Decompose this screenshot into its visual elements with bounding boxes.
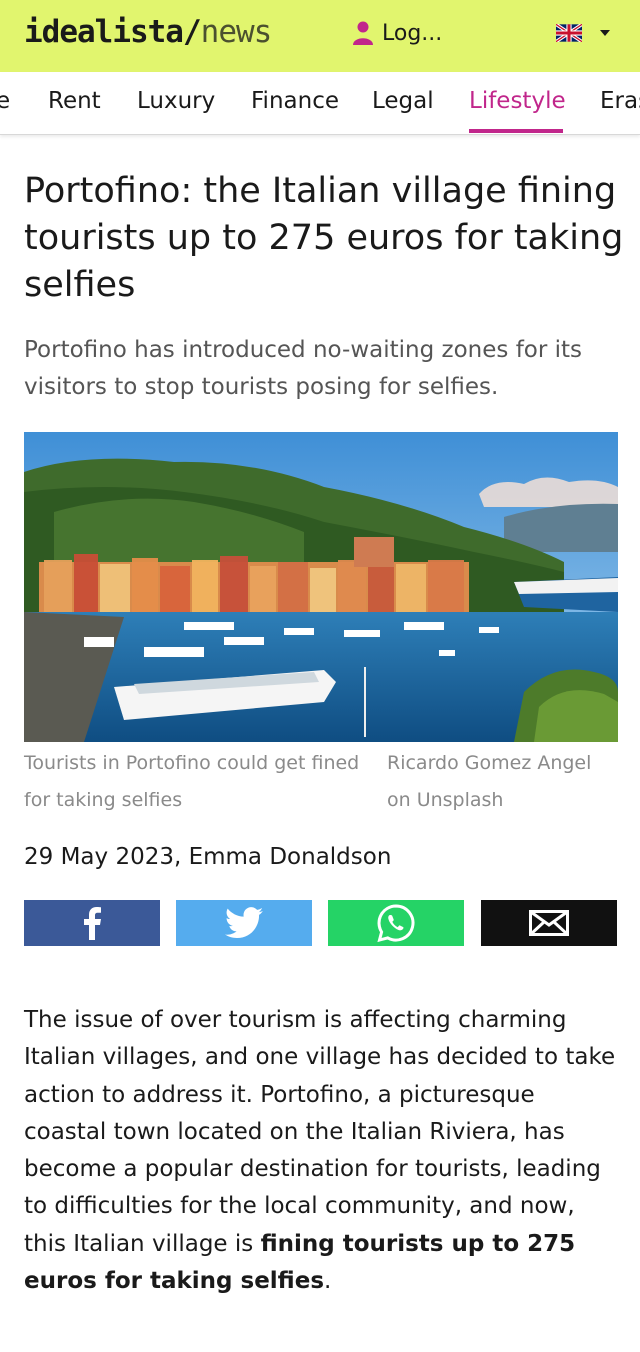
- share-twitter-button[interactable]: [176, 900, 312, 946]
- active-tab-indicator: [469, 129, 563, 133]
- site-logo[interactable]: idealista/news: [24, 14, 273, 50]
- language-selector[interactable]: [556, 24, 610, 42]
- portofino-harbour-image: [24, 432, 618, 742]
- login-label: Log...: [382, 20, 443, 46]
- login-button[interactable]: Log...: [352, 20, 442, 46]
- article-body: The issue of over tourism is affecting c…: [24, 1002, 620, 1300]
- logo-news: news: [200, 14, 273, 50]
- nav-item-finance[interactable]: Finance: [251, 88, 339, 114]
- site-header: idealista/news Log...: [0, 0, 640, 72]
- section-nav: e Rent Luxury Finance Legal Lifestyle Er…: [0, 72, 640, 135]
- facebook-icon: [84, 907, 101, 940]
- article-photo: [24, 432, 618, 742]
- share-whatsapp-button[interactable]: [328, 900, 464, 946]
- body-text-start: The issue of over tourism is affecting c…: [24, 1007, 616, 1257]
- body-text-end: .: [324, 1268, 332, 1295]
- article-lead: Portofino has introduced no-waiting zone…: [24, 337, 583, 400]
- chevron-down-icon: [600, 30, 610, 36]
- nav-item-partial-left[interactable]: e: [0, 88, 10, 114]
- uk-flag-icon: [556, 24, 582, 42]
- nav-item-legal[interactable]: Legal: [372, 88, 434, 114]
- logo-main: idealista: [24, 14, 184, 50]
- nav-item-luxury[interactable]: Luxury: [137, 88, 215, 114]
- logo-separator: /: [182, 14, 202, 50]
- image-caption: Tourists in Portofino could get fined fo…: [24, 752, 360, 811]
- mail-icon: [529, 910, 569, 936]
- article-title: Portofino: the Italian village fining to…: [24, 171, 624, 305]
- nav-item-erasmus[interactable]: Eras: [600, 88, 640, 114]
- nav-item-rent[interactable]: Rent: [48, 88, 101, 114]
- whatsapp-icon: [377, 904, 415, 943]
- image-credit: Ricardo Gomez Angel on Unsplash: [387, 752, 592, 811]
- nav-item-lifestyle[interactable]: Lifestyle: [469, 88, 566, 114]
- article-byline: 29 May 2023, Emma Donaldson: [24, 844, 392, 870]
- share-facebook-button[interactable]: [24, 900, 160, 946]
- twitter-icon: [225, 907, 263, 939]
- user-icon: [353, 21, 373, 45]
- share-email-button[interactable]: [481, 900, 617, 946]
